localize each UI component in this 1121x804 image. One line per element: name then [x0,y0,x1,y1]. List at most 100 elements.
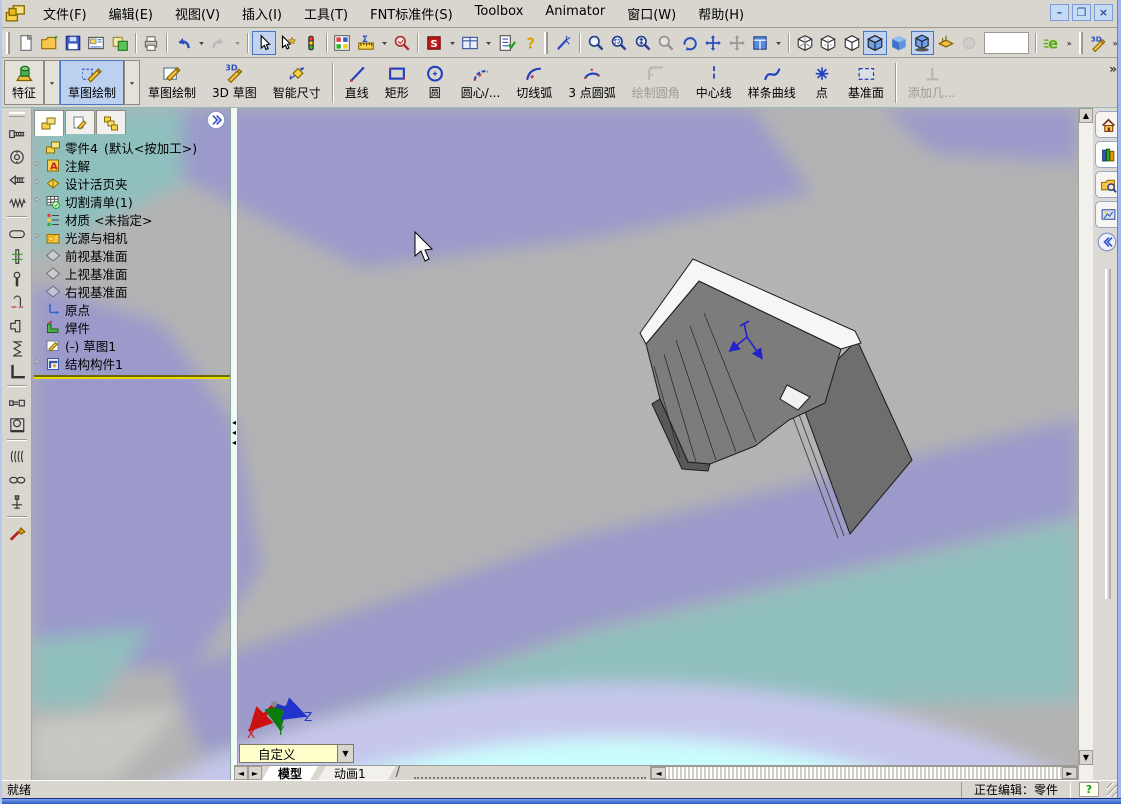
menu-7[interactable]: Toolbox [464,1,535,26]
tab-scroll-right-button[interactable]: ► [248,766,262,780]
tab-property-manager[interactable] [65,110,95,134]
hidden-lines-removed-icon[interactable] [840,31,864,55]
color-swatches-icon[interactable] [331,31,355,55]
tree-item-front-plane[interactable]: 前视基准面 [34,246,230,264]
small-bolt-icon[interactable] [5,390,29,413]
minimize-button[interactable]: – [1050,4,1069,21]
circle-button[interactable]: 圆 [417,60,453,105]
menu-10[interactable]: 帮助(H) [687,1,755,26]
rotate-view-icon[interactable] [678,31,702,55]
wireframe-icon[interactable] [793,31,817,55]
undo-icon[interactable] [171,31,195,55]
menu-5[interactable]: 工具(T) [293,1,359,26]
centerpoint-arc-button[interactable]: 圆心/... [453,60,509,105]
expand-arrow-icon[interactable] [34,178,45,188]
pan-icon[interactable] [701,31,725,55]
rollback-bar[interactable] [34,375,230,379]
three-point-arc-button[interactable]: 3 点圆弧 [560,60,623,105]
rebuild-stoplight-icon[interactable] [299,31,323,55]
undo-dropdown-icon[interactable] [195,31,208,55]
sketch-button-dropdown[interactable] [124,60,141,105]
vertical-scrollbar[interactable]: ▲ ▼ [1078,108,1093,780]
flange-icon[interactable] [5,313,29,336]
bracket-icon[interactable] [5,413,29,436]
section-view-icon[interactable] [934,31,958,55]
coil-icon[interactable] [5,444,29,467]
zoom-fit-icon[interactable] [584,31,608,55]
options-checklist-icon[interactable] [495,31,519,55]
viewport-layout-icon[interactable] [459,31,483,55]
sketch3d-button[interactable]: 3D 3D 草图 [204,60,265,105]
help-icon[interactable]: ? [519,31,543,55]
save-icon[interactable] [61,31,85,55]
zoom-inout-icon[interactable] [631,31,655,55]
tab-model[interactable]: 模型 [262,766,318,780]
toolbar-grip[interactable] [6,31,10,54]
standard-views-dropdown-icon[interactable] [772,31,785,55]
menu-3[interactable]: 视图(V) [164,1,231,26]
slot-icon[interactable] [5,221,29,244]
toolbar-grip[interactable] [8,112,25,117]
expand-arrow-icon[interactable] [34,196,45,206]
centerline-button[interactable]: 中心线 [688,60,740,105]
plane-button[interactable]: 基准面 [840,60,892,105]
chain-icon[interactable] [5,467,29,490]
tree-item-lights-cameras[interactable]: 光源与相机 [34,228,230,246]
pin-icon[interactable] [5,244,29,267]
scroll-down-arrow-icon[interactable]: ▼ [1079,750,1093,765]
chevron-down-icon[interactable]: ▼ [337,745,353,762]
splitter-collapse-arrows[interactable]: ◂ ◂ ◂ [232,418,236,448]
point-button[interactable]: 点 [804,60,840,105]
task-pane-splitter[interactable] [1105,269,1111,599]
scroll-right-arrow-icon[interactable]: ► [1062,767,1077,779]
view-orientation-combo[interactable]: 自定义 ▼ [239,744,354,763]
edrawings-icon[interactable]: e [1040,31,1064,55]
scroll-left-arrow-icon[interactable]: ◄ [651,767,666,779]
tab-scroll-left-button[interactable]: ◄ [234,766,248,780]
view-orientation-icon[interactable] [552,31,576,55]
tab-feature-manager[interactable] [34,110,64,136]
clamp-icon[interactable] [5,290,29,313]
features-button-dropdown[interactable] [44,60,61,105]
sketch-draw-button[interactable]: 草图绘制 [140,60,204,105]
tangent-arc-button[interactable]: 切线弧 [508,60,560,105]
standard-views-icon[interactable] [748,31,772,55]
render-icon[interactable] [391,31,415,55]
rivet-icon[interactable] [5,267,29,290]
spline-button[interactable]: 样条曲线 [740,60,804,105]
screw-icon[interactable] [5,167,29,190]
tree-root-part[interactable]: 零件4 (默认<按加工>) [34,138,230,156]
measure-icon[interactable]: Σ [354,31,378,55]
menu-8[interactable]: Animator [534,1,616,26]
menu-1[interactable]: 文件(F) [32,1,98,26]
custom-tool-icon[interactable] [5,521,29,544]
menu-9[interactable]: 窗口(W) [616,1,687,26]
tree-item-material[interactable]: 材质 <未指定> [34,210,230,228]
nut-icon[interactable] [5,144,29,167]
make-drawing-icon[interactable] [85,31,109,55]
restore-button[interactable]: ❐ [1072,4,1091,21]
print-icon[interactable] [140,31,164,55]
open-icon[interactable] [38,31,62,55]
sketch-button[interactable]: 草图绘制 [60,60,125,105]
line-button[interactable]: 直线 [337,60,377,105]
tree-item-structural-member[interactable]: 结构构件1 [34,354,230,372]
3d-sketch-launch-icon[interactable]: 3D [1087,31,1111,55]
menu-4[interactable]: 插入(I) [231,1,293,26]
tree-item-weldment[interactable]: 焊件 [34,318,230,336]
toolbar-grip[interactable] [1078,31,1083,54]
tree-viewport-splitter[interactable]: ◂ ◂ ◂ [230,108,238,780]
close-button[interactable]: × [1094,4,1113,21]
make-assembly-icon[interactable] [108,31,132,55]
spring-icon[interactable] [5,336,29,359]
shadow-icon[interactable] [910,30,935,55]
rectangle-button[interactable]: 矩形 [377,60,417,105]
tree-item-cut-list[interactable]: 切割清单(1) [34,192,230,210]
overflow-chevron-icon[interactable]: » [1064,31,1077,55]
tree-item-top-plane[interactable]: 上视基准面 [34,264,230,282]
tree-expand-chevron-icon[interactable] [206,110,226,133]
menu-2[interactable]: 编辑(E) [98,1,164,26]
tab-animation1[interactable]: 动画1 [318,766,396,780]
angle-bracket-icon[interactable] [5,359,29,382]
new-document-icon[interactable] [14,31,38,55]
